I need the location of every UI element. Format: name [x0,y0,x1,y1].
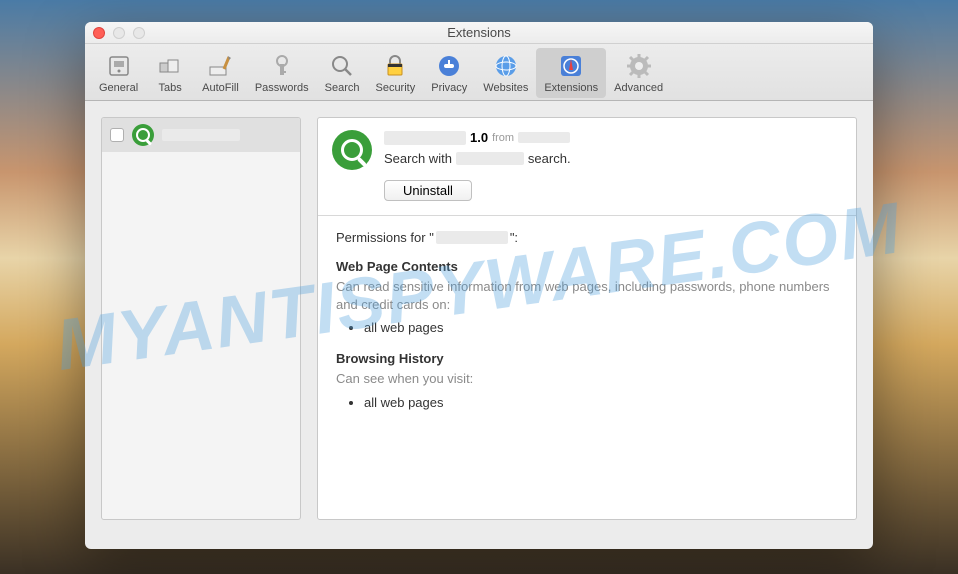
permission-block: Browsing History Can see when you visit:… [336,351,838,409]
privacy-icon [435,52,463,80]
extension-enable-checkbox[interactable] [110,128,124,142]
tab-label: Extensions [544,82,598,94]
tab-extensions[interactable]: Extensions [536,48,606,98]
tab-advanced[interactable]: Advanced [606,48,671,98]
extension-icon [132,124,154,146]
perms-prefix: Permissions for " [336,230,434,245]
close-button[interactable] [93,27,105,39]
tab-tabs[interactable]: Tabs [146,48,194,98]
perms-suffix: ": [510,230,518,245]
tab-privacy[interactable]: Privacy [423,48,475,98]
permission-list-item: all web pages [364,395,838,410]
tab-label: Passwords [255,82,309,94]
minimize-button[interactable] [113,27,125,39]
extensions-icon [557,52,585,80]
desc-suffix: search. [528,151,571,166]
tab-general[interactable]: General [91,48,146,98]
tab-label: Advanced [614,82,663,94]
permission-heading: Web Page Contents [336,259,838,274]
window-title: Extensions [447,25,511,40]
traffic-lights [93,27,145,39]
permission-description: Can see when you visit: [336,370,838,388]
desc-redacted [456,152,524,165]
from-label: from [492,132,514,144]
preferences-window: Extensions General Tabs AutoFill Passwor… [85,22,873,549]
tab-label: Search [325,82,360,94]
websites-icon [492,52,520,80]
extension-description: Search with search. [384,151,842,166]
tab-label: Websites [483,82,528,94]
security-icon [381,52,409,80]
permission-list: all web pages [336,320,838,335]
tab-label: General [99,82,138,94]
tabs-icon [156,52,184,80]
tab-label: AutoFill [202,82,239,94]
extension-author-redacted [518,132,570,143]
extension-name-redacted [384,131,466,145]
permission-description: Can read sensitive information from web … [336,278,838,314]
extension-version: 1.0 [470,130,488,145]
tab-search[interactable]: Search [317,48,368,98]
permission-block: Web Page Contents Can read sensitive inf… [336,259,838,335]
tab-websites[interactable]: Websites [475,48,536,98]
tab-security[interactable]: Security [367,48,423,98]
extension-title-row: 1.0 from [384,130,842,145]
zoom-button[interactable] [133,27,145,39]
gear-icon [625,52,653,80]
extension-detail-panel: 1.0 from Search with search. Uninstall P… [317,117,857,520]
extension-list-item[interactable] [102,118,300,152]
permission-heading: Browsing History [336,351,838,366]
extension-info: 1.0 from Search with search. Uninstall [384,130,842,201]
tab-autofill[interactable]: AutoFill [194,48,247,98]
extensions-sidebar [101,117,301,520]
permission-list: all web pages [336,395,838,410]
preferences-toolbar: General Tabs AutoFill Passwords Search [85,44,873,101]
permission-list-item: all web pages [364,320,838,335]
search-icon [328,52,356,80]
perms-name-redacted [436,231,508,244]
tab-label: Privacy [431,82,467,94]
desc-prefix: Search with [384,151,452,166]
tab-label: Security [375,82,415,94]
autofill-icon [206,52,234,80]
extension-header: 1.0 from Search with search. Uninstall [318,118,856,216]
titlebar: Extensions [85,22,873,44]
extension-name-redacted [162,129,240,141]
permissions-section: Permissions for " ": Web Page Contents C… [318,216,856,440]
general-icon [105,52,133,80]
content-area: 1.0 from Search with search. Uninstall P… [85,101,873,536]
tab-label: Tabs [159,82,182,94]
extension-icon-large [332,130,372,170]
tab-passwords[interactable]: Passwords [247,48,317,98]
passwords-icon [268,52,296,80]
uninstall-button[interactable]: Uninstall [384,180,472,201]
permissions-title: Permissions for " ": [336,230,838,245]
